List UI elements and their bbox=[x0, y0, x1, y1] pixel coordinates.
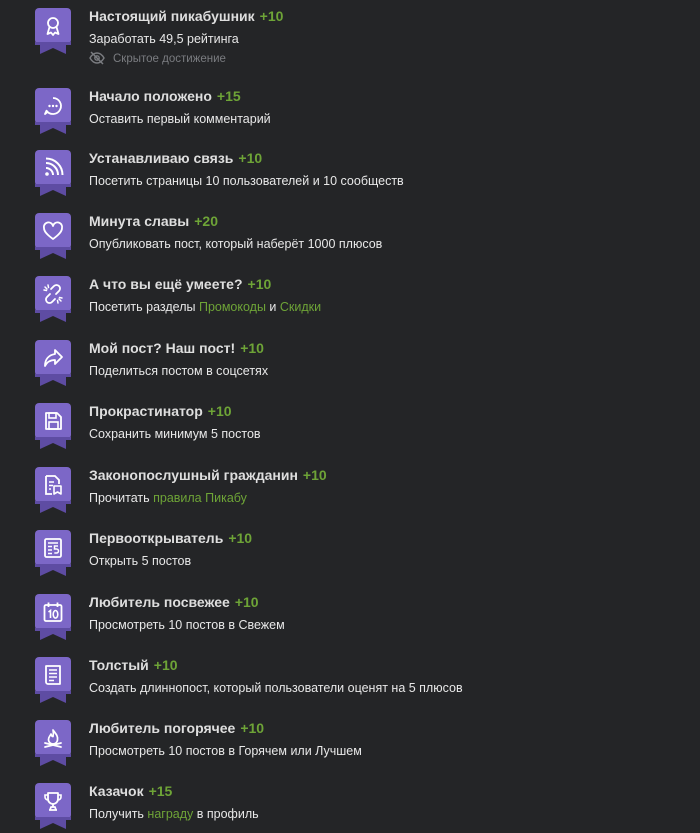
hidden-achievement-note: Скрытое достижение bbox=[89, 51, 226, 67]
achievement-title-text: Толстый bbox=[89, 657, 149, 673]
achievement-description: Оставить первый комментарий bbox=[89, 112, 271, 126]
achievement-title-text: Мой пост? Наш пост! bbox=[89, 340, 236, 356]
achievement-title: Прокрастинатор +10 bbox=[89, 403, 232, 420]
trophy-icon bbox=[44, 792, 62, 811]
achievement-title: Устанавливаю связь +10 bbox=[89, 150, 262, 167]
calendar-10-icon bbox=[43, 602, 63, 622]
achievement-title: Толстый +10 bbox=[89, 657, 178, 674]
achievement-title-text: Начало положено bbox=[89, 88, 212, 104]
achievement-item: Любитель погорячее +10 Просмотреть 10 пост… bbox=[0, 720, 700, 782]
achievement-title-text: Первооткрыватель bbox=[89, 530, 224, 546]
achievement-title-text: Казачок bbox=[89, 783, 144, 799]
achievement-item: А что вы ещё умеете? +10 Посетить разделы … bbox=[0, 276, 700, 338]
achievement-title: Законопослушный гражданин +10 bbox=[89, 467, 327, 484]
achievement-badge bbox=[35, 720, 71, 768]
achievement-item: Любитель посвежее +10 Просмотреть 10 посто… bbox=[0, 594, 700, 656]
achievement-points: +10 bbox=[207, 403, 232, 419]
floppy-disk-icon bbox=[45, 412, 62, 430]
achievement-description: Заработать 49,5 рейтинга bbox=[89, 32, 239, 46]
campfire-icon bbox=[44, 729, 62, 748]
achievement-item: Минута славы +20 Опубликовать пост, которы… bbox=[0, 213, 700, 275]
share-arrow-icon bbox=[44, 349, 63, 367]
achievement-points: +15 bbox=[148, 783, 173, 799]
document-book-icon bbox=[45, 475, 62, 495]
achievement-badge bbox=[35, 88, 71, 136]
description-link[interactable]: Промокоды bbox=[199, 300, 266, 314]
achievement-title-text: Любитель посвежее bbox=[89, 594, 230, 610]
achievement-item: Прокрастинатор +10 Сохранить минимум 5 пос… bbox=[0, 403, 700, 465]
achievement-points: +10 bbox=[240, 720, 265, 736]
achievement-description: Посетить разделы Промокоды и Скидки bbox=[89, 300, 322, 314]
achievement-description: Просмотреть 10 постов в Горячем или Лучш… bbox=[89, 744, 362, 758]
achievement-badge bbox=[35, 657, 71, 705]
achievement-points: +10 bbox=[302, 467, 327, 483]
achievement-title: Любитель посвежее +10 bbox=[89, 594, 259, 611]
achievement-title: Казачок +15 bbox=[89, 783, 172, 800]
achievement-points: +10 bbox=[259, 8, 284, 24]
link-icon bbox=[43, 284, 63, 304]
achievement-item: Мой пост? Наш пост! +10 Поделиться постом … bbox=[0, 340, 700, 402]
achievement-description: Поделиться постом в соцсетях bbox=[89, 364, 269, 378]
achievement-item: Законопослушный гражданин +10 Прочитать пр… bbox=[0, 467, 700, 529]
achievement-title-text: Устанавливаю связь bbox=[89, 150, 234, 166]
achievement-badge bbox=[35, 530, 71, 578]
achievement-badge bbox=[35, 150, 71, 198]
achievements-list: Настоящий пикабушник +10 Заработать 49,5 р… bbox=[0, 0, 700, 833]
achievement-title: Начало положено +15 bbox=[89, 88, 241, 105]
achievement-points: +20 bbox=[194, 213, 218, 229]
long-document-icon bbox=[45, 665, 61, 685]
achievement-title-text: А что вы ещё умеете? bbox=[89, 276, 243, 292]
achievement-points: +10 bbox=[238, 150, 263, 166]
achievement-title-text: Любитель погорячее bbox=[89, 720, 236, 736]
achievement-title-text: Прокрастинатор bbox=[89, 403, 203, 419]
achievement-description: Сохранить минимум 5 постов bbox=[89, 427, 261, 441]
achievement-points: +10 bbox=[240, 340, 264, 356]
achievement-badge bbox=[35, 213, 71, 261]
description-link[interactable]: правила Пикабу bbox=[153, 491, 247, 505]
achievement-badge bbox=[35, 276, 71, 324]
achievement-badge bbox=[35, 8, 71, 56]
achievement-description: Посетить страницы 10 пользователей и 10 … bbox=[89, 174, 404, 188]
achievement-points: +15 bbox=[216, 88, 241, 104]
achievement-title: Минута славы +20 bbox=[89, 213, 218, 230]
achievement-points: +10 bbox=[228, 530, 253, 546]
achievement-item: Начало положено +15 Оставить первый коммен… bbox=[0, 88, 700, 150]
achievement-title: Настоящий пикабушник +10 bbox=[89, 8, 283, 25]
eye-slash-icon bbox=[89, 51, 105, 65]
achievement-description: Опубликовать пост, который наберёт 1000 … bbox=[89, 237, 383, 251]
achievement-description: Создать длиннопост, который пользователи… bbox=[89, 681, 463, 695]
achievement-title: Первооткрыватель +10 bbox=[89, 530, 252, 547]
achievement-badge bbox=[35, 340, 71, 388]
achievement-item: Первооткрыватель +10 Открыть 5 постов bbox=[0, 530, 700, 592]
heart-icon bbox=[43, 221, 63, 240]
document-5-icon bbox=[44, 538, 62, 558]
achievement-badge bbox=[35, 467, 71, 515]
achievement-badge bbox=[35, 594, 71, 642]
achievement-item: Настоящий пикабушник +10 Заработать 49,5 р… bbox=[0, 8, 700, 70]
hidden-achievement-label: Скрытое достижение bbox=[113, 53, 226, 65]
achievement-item: Казачок +15 Получить награду в профиль bbox=[0, 783, 700, 833]
chat-bubble-icon bbox=[44, 97, 62, 115]
achievement-points: +10 bbox=[234, 594, 259, 610]
achievement-badge bbox=[35, 783, 71, 831]
achievement-badge bbox=[35, 403, 71, 451]
medal-icon bbox=[46, 17, 60, 36]
achievement-description: Прочитать правила Пикабу bbox=[89, 491, 247, 505]
achievement-description: Получить награду в профиль bbox=[89, 807, 259, 821]
achievement-item: Устанавливаю связь +10 Посетить страницы 1… bbox=[0, 150, 700, 212]
description-link[interactable]: награду bbox=[147, 807, 193, 821]
achievement-title-text: Настоящий пикабушник bbox=[89, 8, 255, 24]
achievement-title: Мой пост? Наш пост! +10 bbox=[89, 340, 264, 357]
achievement-title-text: Минута славы bbox=[89, 213, 190, 229]
achievement-points: +10 bbox=[153, 657, 178, 673]
achievement-description: Открыть 5 постов bbox=[89, 554, 192, 568]
achievement-item: Толстый +10 Создать длиннопост, который по… bbox=[0, 657, 700, 719]
achievement-title-text: Законопослушный гражданин bbox=[89, 467, 298, 483]
achievement-description: Просмотреть 10 постов в Свежем bbox=[89, 618, 285, 632]
rss-icon bbox=[45, 157, 64, 176]
description-link[interactable]: Скидки bbox=[280, 300, 321, 314]
achievement-title: Любитель погорячее +10 bbox=[89, 720, 264, 737]
achievement-points: +10 bbox=[247, 276, 272, 292]
achievement-title: А что вы ещё умеете? +10 bbox=[89, 276, 271, 293]
